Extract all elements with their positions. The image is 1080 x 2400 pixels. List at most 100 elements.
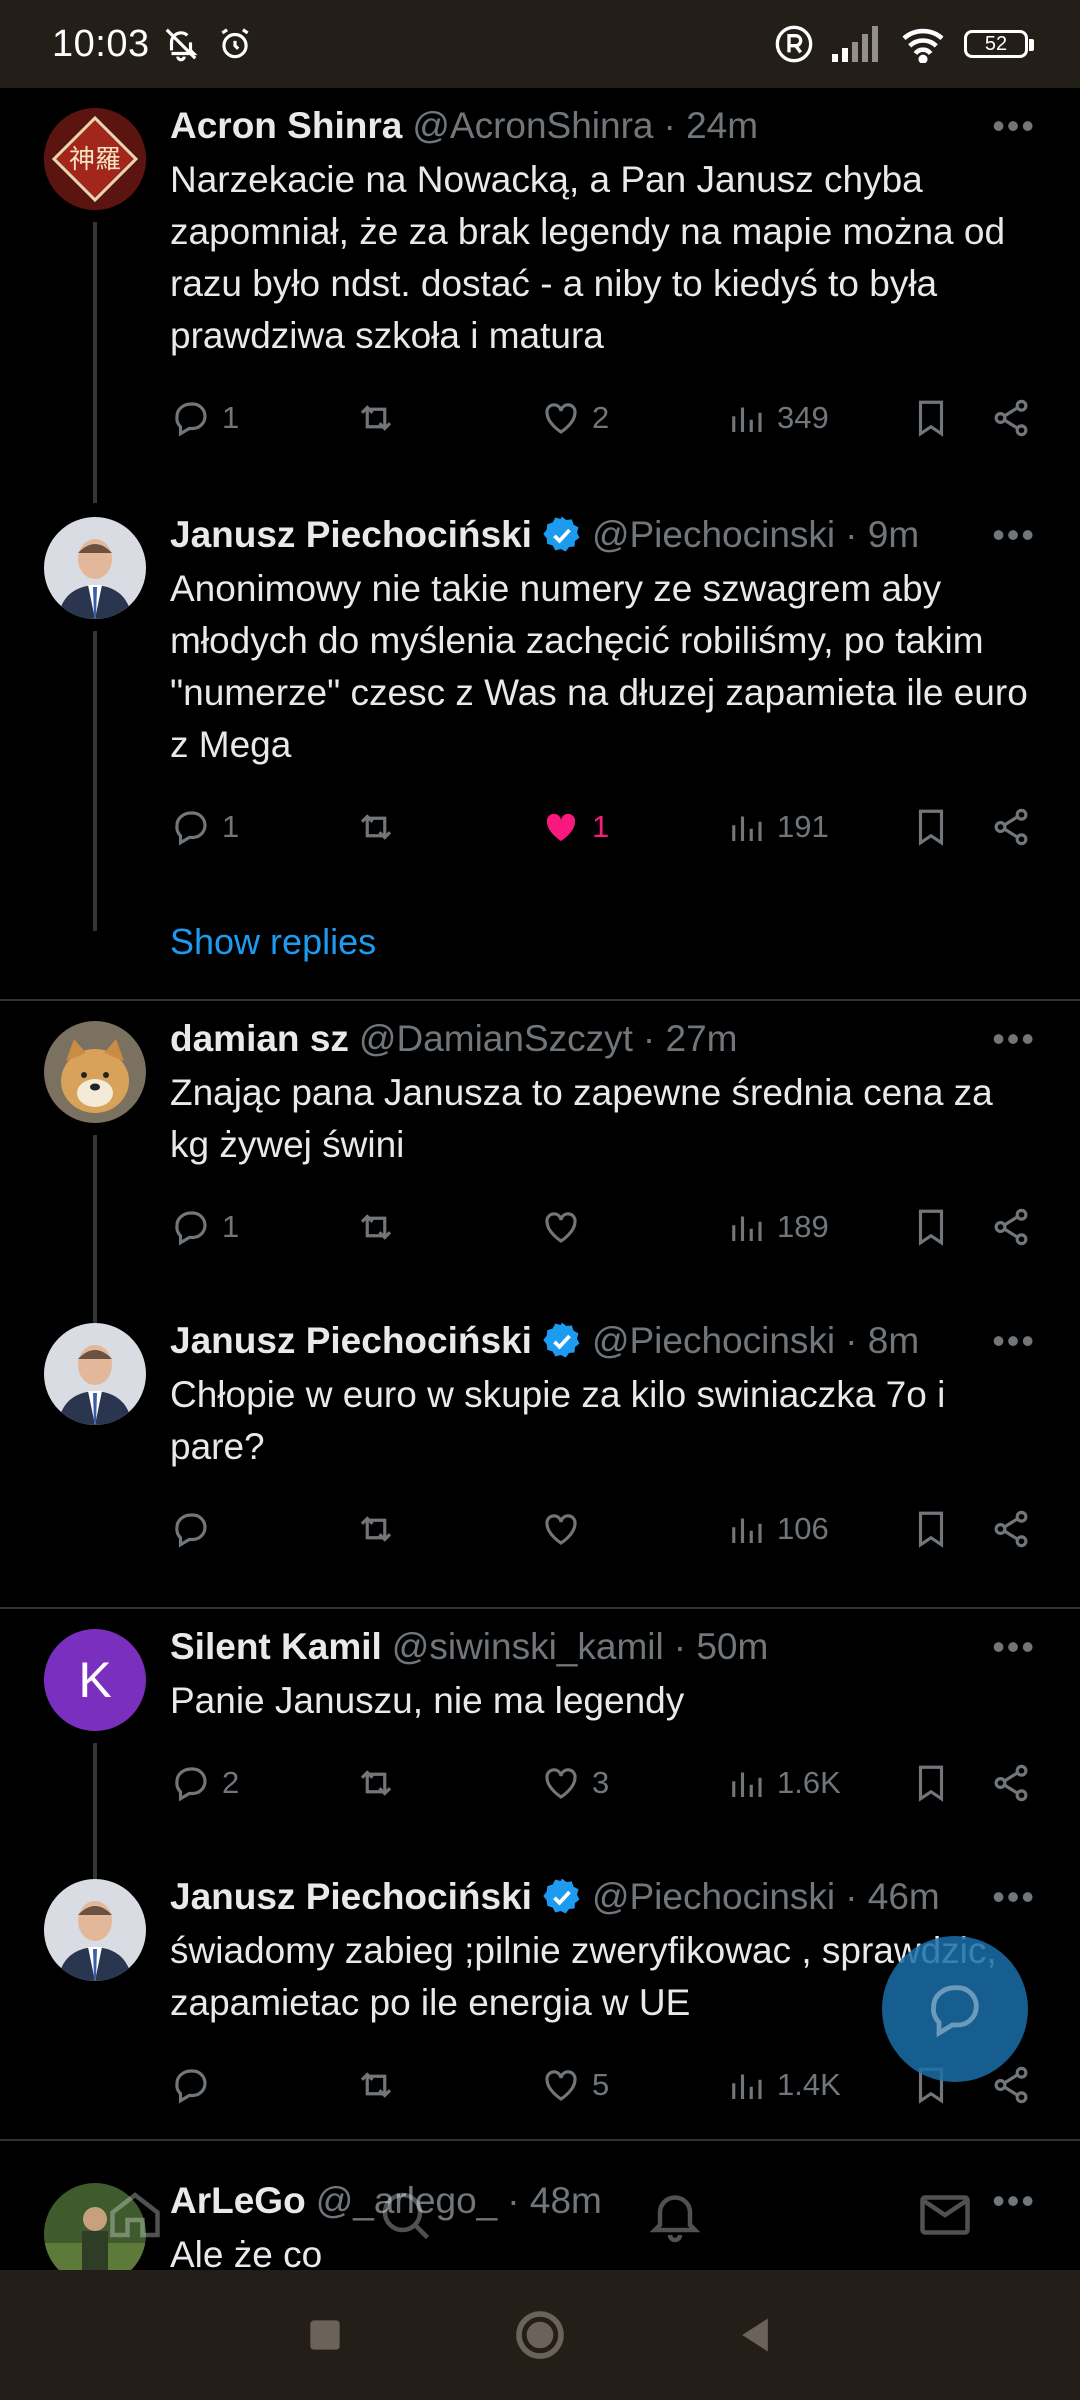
retweet-button[interactable] bbox=[355, 806, 540, 848]
tweet-text: Chłopie w euro w skupie za kilo swiniacz… bbox=[170, 1374, 946, 1467]
like-button[interactable]: 1 bbox=[540, 806, 725, 848]
reply-icon bbox=[175, 1767, 207, 1802]
bookmark-button[interactable] bbox=[910, 1508, 990, 1550]
avatar[interactable] bbox=[44, 517, 146, 619]
share-button[interactable] bbox=[990, 1206, 1032, 1248]
author-handle[interactable]: @Piechocinski bbox=[592, 1320, 835, 1362]
svg-text:神羅: 神羅 bbox=[69, 145, 121, 175]
views-button[interactable]: 1.6K bbox=[725, 1762, 910, 1804]
share-icon bbox=[994, 1510, 1028, 1548]
view-count: 106 bbox=[777, 1511, 829, 1546]
tweet[interactable]: damian sz @DamianSzczyt · 27m ••• Znając… bbox=[0, 1001, 1080, 1335]
author-handle[interactable]: @siwinski_kamil bbox=[392, 1626, 664, 1668]
replies-feed[interactable]: 神羅 Acron Shinra @AcronShinra · 24m ••• N… bbox=[0, 88, 1080, 2270]
share-button[interactable] bbox=[990, 397, 1032, 439]
messages-icon[interactable] bbox=[915, 2185, 975, 2245]
like-button[interactable] bbox=[540, 1508, 725, 1550]
wifi-icon bbox=[902, 28, 944, 63]
author-name[interactable]: Silent Kamil bbox=[170, 1626, 382, 1668]
bookmark-button[interactable] bbox=[910, 1206, 990, 1248]
author-name[interactable]: Janusz Piechociński bbox=[170, 1876, 532, 1918]
tweet-text: Anonimowy nie takie numery ze szwagrem a… bbox=[170, 568, 1028, 765]
author-handle[interactable]: @Piechocinski bbox=[592, 514, 835, 556]
notifications-icon[interactable] bbox=[645, 2185, 705, 2245]
recents-icon[interactable] bbox=[303, 2313, 347, 2357]
more-options-icon[interactable]: ••• bbox=[992, 1876, 1036, 1918]
tweet[interactable]: 神羅 Acron Shinra @AcronShinra · 24m ••• N… bbox=[0, 88, 1080, 503]
retweet-icon bbox=[360, 1516, 392, 1542]
views-button[interactable]: 191 bbox=[725, 806, 910, 848]
like-button[interactable]: 2 bbox=[540, 397, 725, 439]
share-button[interactable] bbox=[990, 1508, 1032, 1550]
author-name[interactable]: damian sz bbox=[170, 1018, 349, 1060]
bookmark-button[interactable] bbox=[910, 397, 990, 439]
bookmark-button[interactable] bbox=[910, 1762, 990, 1804]
back-icon[interactable] bbox=[733, 2313, 777, 2357]
bookmark-button[interactable] bbox=[910, 806, 990, 848]
tweet-actions: 1 189 bbox=[170, 1197, 1036, 1257]
like-button[interactable] bbox=[540, 1206, 725, 1248]
more-options-icon[interactable]: ••• bbox=[992, 105, 1036, 147]
tweet-time: · 8m bbox=[845, 1320, 920, 1361]
more-options-icon[interactable]: ••• bbox=[992, 514, 1036, 556]
views-icon bbox=[732, 1772, 762, 1797]
avatar[interactable] bbox=[44, 1879, 146, 1981]
author-handle[interactable]: @Piechocinski bbox=[592, 1876, 835, 1918]
verified-badge-icon bbox=[543, 1322, 580, 1358]
retweet-button[interactable] bbox=[355, 1508, 540, 1550]
view-count: 1.6K bbox=[777, 1765, 841, 1800]
avatar[interactable] bbox=[44, 1323, 146, 1425]
tweet-text: Znając pana Janusza to zapewne średnia c… bbox=[170, 1072, 993, 1165]
like-button[interactable]: 3 bbox=[540, 1762, 725, 1804]
retweet-icon bbox=[360, 1770, 392, 1796]
tweet-time: · 24m bbox=[663, 105, 759, 146]
retweet-button[interactable] bbox=[355, 397, 540, 439]
reply-button[interactable]: 2 bbox=[170, 1762, 355, 1804]
retweet-button[interactable] bbox=[355, 1762, 540, 1804]
author-name[interactable]: Acron Shinra bbox=[170, 105, 402, 147]
views-button[interactable]: 1.4K bbox=[725, 2064, 910, 2106]
author-handle[interactable]: @AcronShinra bbox=[412, 105, 653, 147]
tweet[interactable]: Janusz Piechociński @Piechocinski · 8m •… bbox=[0, 1303, 1080, 1607]
avatar[interactable] bbox=[44, 1021, 146, 1123]
more-options-icon[interactable]: ••• bbox=[992, 1320, 1036, 1362]
retweet-button[interactable] bbox=[355, 2064, 540, 2106]
avatar[interactable]: K bbox=[44, 1629, 146, 1731]
heart-icon bbox=[545, 2070, 577, 2101]
reply-button[interactable]: 1 bbox=[170, 397, 355, 439]
tweet[interactable]: K Silent Kamil @siwinski_kamil · 50m •••… bbox=[0, 1609, 1080, 1893]
avatar[interactable]: 神羅 bbox=[44, 108, 146, 210]
views-icon bbox=[732, 816, 762, 841]
views-button[interactable]: 106 bbox=[725, 1508, 910, 1550]
share-button[interactable] bbox=[990, 806, 1032, 848]
reply-button[interactable] bbox=[170, 1508, 355, 1550]
share-button[interactable] bbox=[990, 2064, 1032, 2106]
author-handle[interactable]: @DamianSzczyt bbox=[359, 1018, 633, 1060]
like-count: 1 bbox=[592, 809, 610, 844]
bottom-tab-bar bbox=[0, 2160, 1080, 2270]
show-replies-link[interactable]: Show replies bbox=[0, 903, 1080, 999]
views-button[interactable]: 349 bbox=[725, 397, 910, 439]
share-button[interactable] bbox=[990, 1762, 1032, 1804]
reply-button[interactable] bbox=[170, 2064, 355, 2106]
bookmark-icon bbox=[918, 1765, 944, 1802]
reply-button[interactable]: 1 bbox=[170, 1206, 355, 1248]
home-nav-icon[interactable] bbox=[512, 2307, 568, 2363]
retweet-button[interactable] bbox=[355, 1206, 540, 1248]
author-name[interactable]: Janusz Piechociński bbox=[170, 514, 532, 556]
views-button[interactable]: 189 bbox=[725, 1206, 910, 1248]
more-options-icon[interactable]: ••• bbox=[992, 1626, 1036, 1668]
home-icon[interactable] bbox=[105, 2185, 165, 2245]
more-options-icon[interactable]: ••• bbox=[992, 1018, 1036, 1060]
reply-button[interactable]: 1 bbox=[170, 806, 355, 848]
tweet-time: · 9m bbox=[845, 514, 920, 555]
tweet[interactable]: Janusz Piechociński @Piechocinski · 9m •… bbox=[0, 497, 1080, 931]
author-name[interactable]: Janusz Piechociński bbox=[170, 1320, 532, 1362]
compose-reply-button[interactable] bbox=[882, 1936, 1028, 2082]
tweet-actions: 2 3 1.6K bbox=[170, 1753, 1036, 1813]
retweet-icon bbox=[360, 405, 392, 431]
like-button[interactable]: 5 bbox=[540, 2064, 725, 2106]
search-icon[interactable] bbox=[375, 2185, 435, 2245]
tweet-time: · 46m bbox=[845, 1876, 940, 1917]
reply-count: 1 bbox=[222, 400, 240, 435]
